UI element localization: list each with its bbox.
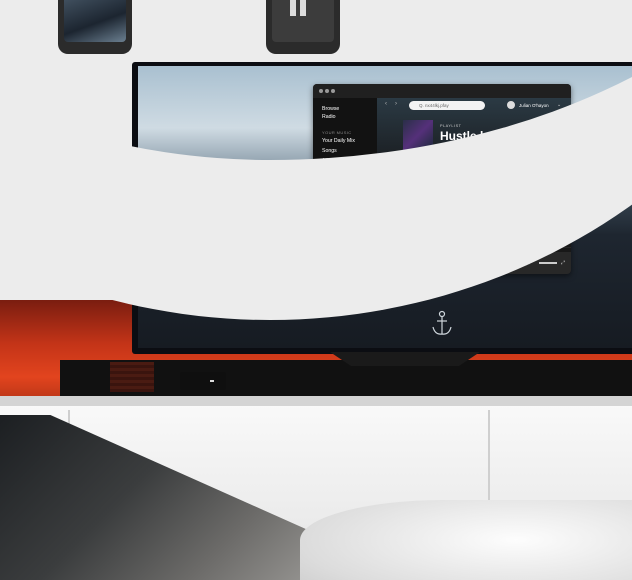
phone-screen [64,0,126,42]
cabinet-shadow [0,396,632,406]
bed-linens [300,500,632,580]
photo-scene: Browse Radio YOUR MUSIC Your Daily Mix S… [0,0,632,580]
media-stack [110,362,154,392]
phone-mockup [58,0,132,54]
phone-mockup [266,0,340,54]
phone-screen [272,0,334,42]
volume-slider[interactable] [539,262,557,264]
tv-stand [330,352,480,366]
streaming-box [180,372,226,390]
pause-icon [290,0,296,16]
anchor-icon [432,310,452,335]
fullscreen-icon[interactable]: ⤢ [561,260,565,266]
